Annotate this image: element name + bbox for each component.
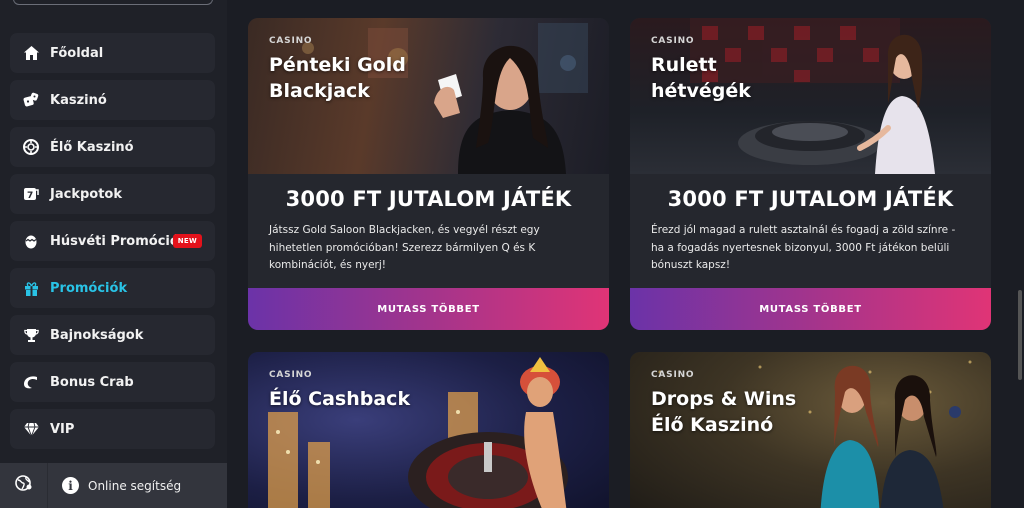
sidebar-item-label: Promóciók xyxy=(50,280,128,296)
card-category: CASINO xyxy=(651,36,695,46)
sidebar-item-vip[interactable]: VIP xyxy=(10,409,215,449)
card-title: Drops & Wins Élő Kaszinó xyxy=(651,388,797,436)
sidebar-item-label: Bajnokságok xyxy=(50,327,144,343)
dice-icon xyxy=(23,92,39,108)
card-title: Élő Cashback xyxy=(269,388,411,410)
sidebar-item-live-casino[interactable]: Élő Kaszinó xyxy=(10,127,215,167)
crab-icon xyxy=(23,374,39,390)
sidebar-item-promotions[interactable]: Promóciók xyxy=(10,268,215,308)
card-category: CASINO xyxy=(269,36,313,46)
language-button[interactable] xyxy=(0,463,48,508)
globe-icon xyxy=(14,474,33,497)
sidebar-item-label: Élő Kaszinó xyxy=(50,139,134,155)
sidebar-item-bonus-crab[interactable]: Bonus Crab xyxy=(10,362,215,402)
slot-icon: 7 xyxy=(23,186,39,202)
card-category: CASINO xyxy=(269,370,313,380)
sidebar-item-jackpots[interactable]: 7 Jackpotok xyxy=(10,174,215,214)
chip-icon xyxy=(23,139,39,155)
show-more-button[interactable]: MUTASS TÖBBET xyxy=(248,288,609,330)
card-category: CASINO xyxy=(651,370,695,380)
scrollbar-thumb[interactable] xyxy=(1018,290,1022,380)
sidebar-footer: i Online segítség xyxy=(0,463,227,508)
promo-image: CASINO Élő Cashback xyxy=(248,352,609,508)
trophy-icon xyxy=(23,327,39,343)
card-headline: 3000 FT JUTALOM JÁTÉK xyxy=(667,187,954,211)
promo-card-roulette: CASINO Rulett hétvégék 3000 FT JUTALOM J… xyxy=(630,18,991,330)
promo-image: CASINO Pénteki Gold Blackjack xyxy=(248,18,609,174)
online-help-label: Online segítség xyxy=(88,478,182,493)
promo-image: CASINO Rulett hétvégék xyxy=(630,18,991,174)
info-icon: i xyxy=(62,477,79,494)
sidebar-item-home[interactable]: Főoldal xyxy=(10,33,215,73)
promo-card-blackjack: CASINO Pénteki Gold Blackjack 3000 FT JU… xyxy=(248,18,609,330)
new-badge: NEW xyxy=(172,234,202,248)
home-icon xyxy=(23,45,39,61)
promo-card-cashback: CASINO Élő Cashback xyxy=(248,352,609,508)
sidebar-item-casino[interactable]: Kaszinó xyxy=(10,80,215,120)
sidebar-item-easter-promo[interactable]: Húsvéti Promóció NEW xyxy=(10,221,215,261)
show-more-button[interactable]: MUTASS TÖBBET xyxy=(630,288,991,330)
sidebar-item-label: Húsvéti Promóció xyxy=(50,233,179,249)
svg-text:7: 7 xyxy=(27,191,33,201)
search-box[interactable] xyxy=(13,0,213,5)
scrollbar[interactable] xyxy=(1016,0,1024,508)
egg-icon xyxy=(23,233,39,249)
sidebar-item-label: Kaszinó xyxy=(50,92,107,108)
online-help-link[interactable]: i Online segítség xyxy=(62,477,181,494)
sidebar-item-label: Főoldal xyxy=(50,45,104,61)
card-title: Pénteki Gold Blackjack xyxy=(269,54,406,102)
sidebar-item-label: Jackpotok xyxy=(50,186,122,202)
card-title: Rulett hétvégék xyxy=(651,54,751,102)
promo-card-drops-wins: CASINO Drops & Wins Élő Kaszinó xyxy=(630,352,991,508)
card-description: Érezd jól magad a rulett asztalnál és fo… xyxy=(651,224,956,271)
sidebar-item-tournaments[interactable]: Bajnokságok xyxy=(10,315,215,355)
card-description: Játssz Gold Saloon Blackjacken, és vegyé… xyxy=(269,224,540,271)
card-headline: 3000 FT JUTALOM JÁTÉK xyxy=(285,187,572,211)
gift-icon xyxy=(23,280,39,296)
promo-image: CASINO Drops & Wins Élő Kaszinó xyxy=(630,352,991,508)
diamond-icon xyxy=(23,421,39,437)
sidebar-item-label: VIP xyxy=(50,421,75,437)
sidebar-item-label: Bonus Crab xyxy=(50,374,134,390)
sidebar: Főoldal Kaszinó Élő Kaszinó 7 Jackpotok … xyxy=(0,0,227,508)
